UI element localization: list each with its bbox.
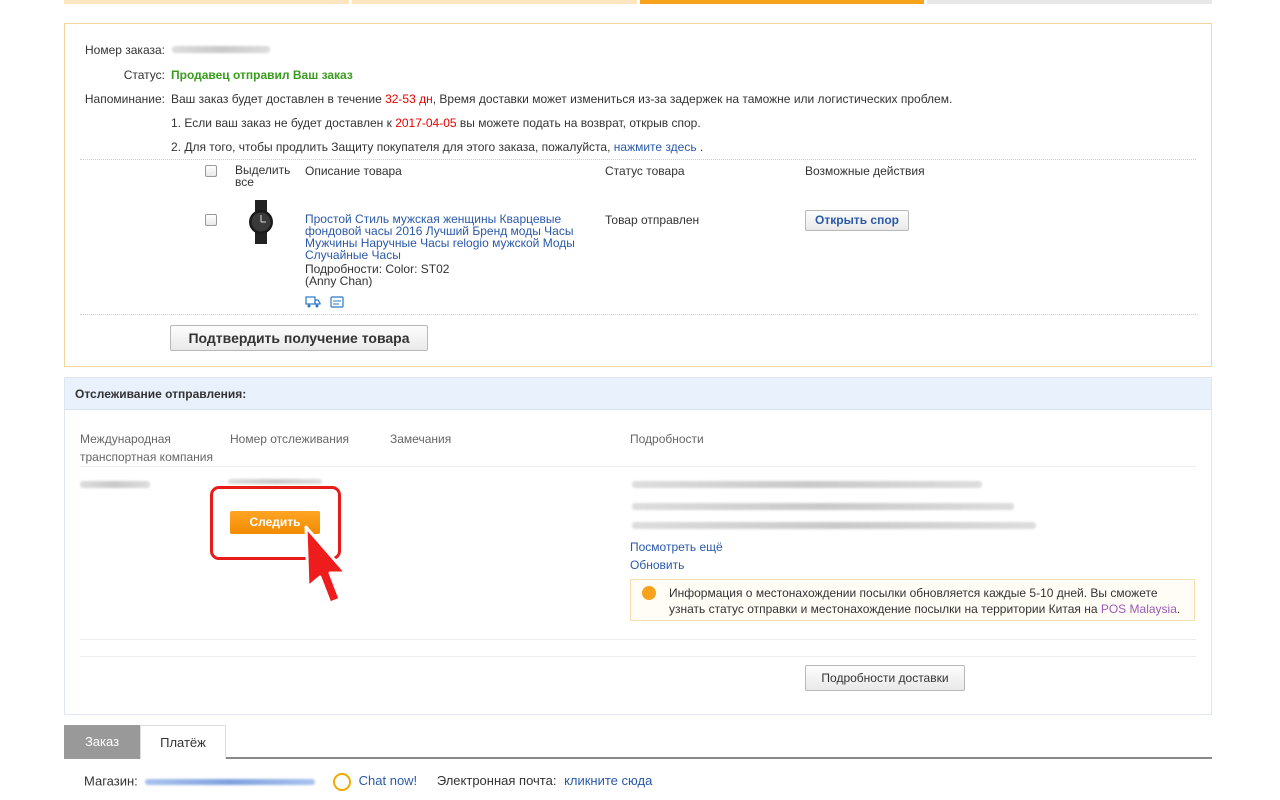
pos-malaysia-link[interactable]: POS Malaysia [1101, 602, 1177, 616]
extend-protection-link[interactable]: нажмите здесь [614, 140, 697, 154]
refresh-link[interactable]: Обновить [630, 558, 684, 572]
divider [80, 639, 1196, 640]
progress-step-2 [351, 0, 637, 4]
shipping-truck-icon[interactable] [305, 295, 321, 308]
company-column-header: Международная транспортная компания [80, 432, 213, 464]
tracking-event-3-redacted [632, 522, 1036, 529]
progress-step-4 [927, 0, 1212, 4]
chat-smiley-icon[interactable] [333, 773, 352, 791]
dispute-date: 2017-04-05 [395, 116, 457, 130]
carrier-name-redacted [80, 481, 150, 488]
tracking-info-text: Информация о местонахождении посылки обн… [669, 585, 1189, 617]
remarks-column-header: Замечания [390, 432, 452, 446]
reminder-text-part2: , Время доставки может измениться из-за … [432, 92, 953, 106]
item-status-header: Статус товара [605, 164, 685, 178]
order-progress-bar [64, 0, 1212, 4]
confirm-receipt-button[interactable]: Подтвердить получение товара [170, 325, 428, 351]
order-number-redacted [172, 46, 270, 53]
tracking-info-message: Информация о местонахождении посылки обн… [669, 586, 1158, 616]
note-1-part1: 1. Если ваш заказ не будет доставлен к [171, 116, 396, 130]
order-status: Продавец отправил Ваш заказ [171, 68, 353, 82]
note-2-text: 2. Для того, чтобы продлить Защиту покуп… [171, 140, 614, 154]
reminder-text-part1: Ваш заказ будет доставлен в течение [171, 92, 386, 106]
store-name-redacted[interactable] [145, 779, 316, 785]
delivery-details-button[interactable]: Подробности доставки [805, 665, 965, 691]
delivery-days: 32-53 дн [385, 92, 433, 106]
note-2: 2. Для того, чтобы продлить Защиту покуп… [171, 140, 703, 154]
lightbulb-icon [642, 586, 656, 600]
details-column-header: Подробности [630, 432, 704, 446]
pointer-arrow-icon [304, 525, 348, 605]
note-1: 1. Если ваш заказ не будет доставлен к 2… [171, 116, 701, 130]
store-label: Магазин: [84, 773, 138, 789]
divider [80, 466, 1196, 467]
tracking-info-notice: Информация о местонахождении посылки обн… [630, 579, 1195, 621]
item-checkbox[interactable] [205, 214, 217, 226]
store-info-row: Магазин: Chat now! Электронная почта: кл… [84, 773, 652, 791]
progress-step-1 [64, 0, 349, 4]
open-dispute-button[interactable]: Открыть спор [805, 210, 909, 231]
email-link[interactable]: кликните сюда [564, 773, 652, 788]
divider [80, 314, 1196, 315]
order-number-label: Номер заказа: [84, 43, 165, 57]
select-all-checkbox[interactable] [205, 165, 217, 177]
divider [80, 656, 1196, 657]
tab-order[interactable]: Заказ [64, 725, 140, 759]
actions-header: Возможные действия [805, 164, 925, 178]
tracking-event-2-redacted [632, 503, 1014, 510]
item-status: Товар отправлен [605, 213, 700, 227]
see-more-link[interactable]: Посмотреть ещё [630, 540, 723, 554]
product-title-link[interactable]: Простой Стиль мужская женщины Кварцевые … [305, 213, 590, 261]
progress-step-3 [639, 0, 925, 4]
tracking-number-column-header: Номер отслеживания [230, 432, 350, 446]
watch-icon [249, 200, 273, 244]
order-tabs: Заказ Платёж [64, 725, 1212, 759]
reminder-label: Напоминание: [84, 92, 165, 106]
select-all-label: Выделить все [235, 163, 291, 189]
divider [80, 159, 1196, 160]
seller-name: (Anny Chan) [305, 274, 373, 288]
tracking-info-end: . [1176, 602, 1181, 616]
tracking-event-1-redacted [632, 481, 982, 488]
description-header: Описание товара [305, 164, 402, 178]
note-1-part2: вы можете подать на возврат, открыв спор… [456, 116, 701, 130]
reminder-text: Ваш заказ будет доставлен в течение 32-5… [171, 92, 952, 106]
email-label: Электронная почта: [436, 773, 557, 789]
invoice-icon[interactable] [330, 295, 344, 308]
note-2-end: . [696, 140, 704, 154]
tab-payment[interactable]: Платёж [140, 725, 226, 759]
tracking-header: Отслеживание отправления: [65, 378, 1211, 410]
status-label: Статус: [123, 68, 165, 82]
chat-now-link[interactable]: Chat now! [359, 773, 418, 788]
product-thumbnail[interactable] [246, 200, 276, 244]
tracking-number-redacted [228, 479, 322, 484]
